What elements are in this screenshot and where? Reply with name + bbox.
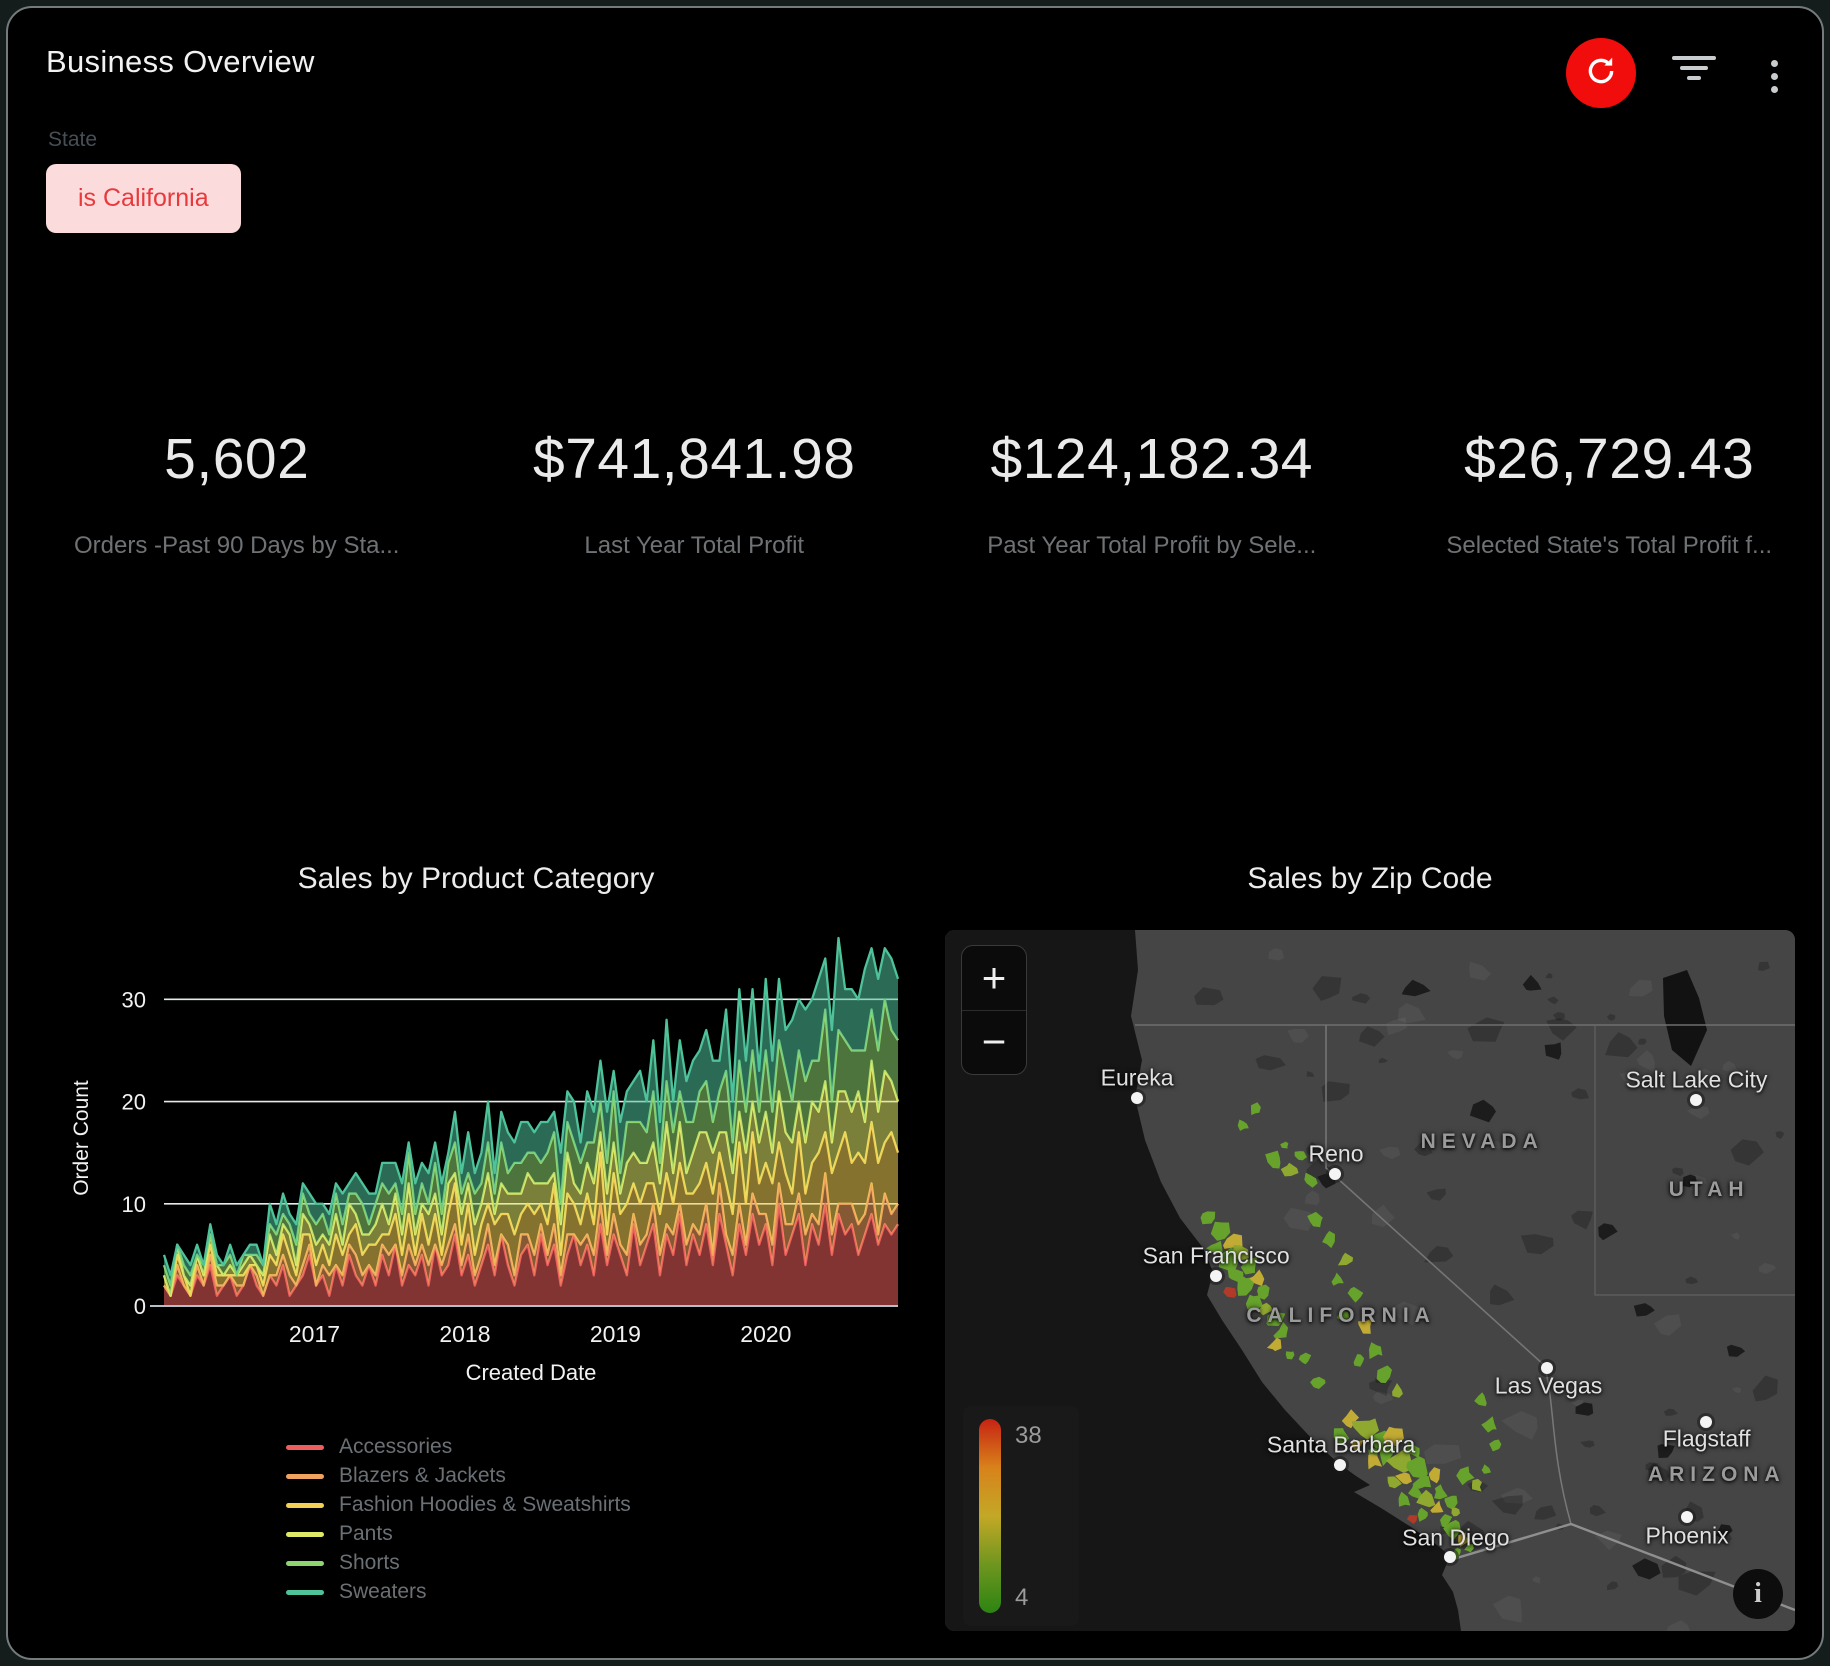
- kebab-menu-icon: [1771, 60, 1778, 67]
- legend-item-sweaters[interactable]: Sweaters: [286, 1581, 631, 1603]
- y-axis-title: Order Count: [70, 1080, 93, 1196]
- legend-item-blazers-jackets[interactable]: Blazers & Jackets: [286, 1465, 631, 1487]
- zoom-out-button[interactable]: −: [962, 1011, 1026, 1075]
- city-dot-eureka: [1131, 1092, 1143, 1104]
- y-tick-label: 30: [122, 987, 146, 1012]
- legend-swatch: [286, 1561, 324, 1566]
- scale-min-label: 4: [1015, 1584, 1028, 1612]
- kpi-value: $26,729.43: [1464, 426, 1754, 492]
- city-dot-salt-lake-city: [1690, 1094, 1702, 1106]
- x-tick-label: 2019: [590, 1321, 641, 1347]
- filter-icon: [1672, 56, 1716, 60]
- refresh-icon: [1584, 54, 1618, 93]
- scale-max-label: 38: [1015, 1422, 1042, 1450]
- legend-item-fashion-hoodies[interactable]: Fashion Hoodies & Sweatshirts: [286, 1494, 631, 1516]
- kpi-label: Past Year Total Profit by Sele...: [987, 532, 1316, 560]
- chart-legend: Accessories Blazers & Jackets Fashion Ho…: [286, 1436, 631, 1603]
- city-dot-santa-barbara: [1334, 1459, 1346, 1471]
- y-tick-label: 10: [122, 1192, 146, 1217]
- kpi-label: Orders -Past 90 Days by Sta...: [74, 532, 399, 560]
- city-dot-reno: [1329, 1168, 1341, 1180]
- sales-by-category-chart[interactable]: 0 10 20 30 Order Count 2017 2018 2019 2020 Create…: [36, 908, 916, 1413]
- legend-swatch: [286, 1532, 324, 1537]
- city-dot-san-francisco: [1210, 1270, 1222, 1282]
- map-zoom-control: + −: [961, 945, 1027, 1075]
- legend-item-shorts[interactable]: Shorts: [286, 1552, 631, 1574]
- legend-item-pants[interactable]: Pants: [286, 1523, 631, 1545]
- kebab-menu-button[interactable]: [1764, 48, 1784, 104]
- city-dot-phoenix: [1681, 1511, 1693, 1523]
- x-axis-title: Created Date: [466, 1360, 597, 1385]
- legend-swatch: [286, 1474, 324, 1479]
- kpi-label: Selected State's Total Profit f...: [1446, 532, 1772, 560]
- kpi-past-year-profit[interactable]: $124,182.34 Past Year Total Profit by Se…: [923, 426, 1381, 560]
- area-chart-title: Sales by Product Category: [36, 862, 916, 896]
- refresh-button[interactable]: [1566, 38, 1636, 108]
- dashboard-window: Business Overview State is California 5,…: [6, 6, 1824, 1660]
- sales-by-zip-map[interactable]: NEVADAUTAHCALIFORNIAARIZONAEurekaRenoSal…: [945, 930, 1795, 1631]
- kpi-row: 5,602 Orders -Past 90 Days by Sta... $74…: [8, 426, 1824, 560]
- x-tick-label: 2020: [740, 1321, 791, 1347]
- map-title: Sales by Zip Code: [945, 862, 1795, 896]
- city-dot-flagstaff: [1700, 1416, 1712, 1428]
- city-dot-san-diego: [1444, 1551, 1456, 1563]
- kpi-value: $741,841.98: [533, 426, 855, 492]
- x-tick-label: 2017: [289, 1321, 340, 1347]
- x-tick-label: 2018: [439, 1321, 490, 1347]
- color-scale-gradient: [979, 1419, 1001, 1613]
- legend-swatch: [286, 1503, 324, 1508]
- kpi-label: Last Year Total Profit: [584, 532, 804, 560]
- kpi-value: 5,602: [164, 426, 309, 492]
- zoom-in-button[interactable]: +: [962, 946, 1026, 1010]
- map-info-button[interactable]: i: [1733, 1569, 1783, 1619]
- filter-button[interactable]: [1672, 56, 1716, 92]
- map-color-scale: 38 4: [963, 1406, 1079, 1626]
- legend-swatch: [286, 1445, 324, 1450]
- kpi-last-year-profit[interactable]: $741,841.98 Last Year Total Profit: [466, 426, 924, 560]
- y-tick-label: 0: [134, 1294, 146, 1319]
- kpi-value: $124,182.34: [991, 426, 1313, 492]
- filter-label: State: [48, 128, 97, 152]
- kpi-orders[interactable]: 5,602 Orders -Past 90 Days by Sta...: [8, 426, 466, 560]
- legend-item-accessories[interactable]: Accessories: [286, 1436, 631, 1458]
- y-tick-label: 20: [122, 1090, 146, 1115]
- legend-swatch: [286, 1590, 324, 1595]
- city-dot-las-vegas: [1541, 1362, 1553, 1374]
- state-filter-chip[interactable]: is California: [46, 164, 241, 233]
- page-title: Business Overview: [46, 44, 315, 80]
- kpi-selected-state-profit[interactable]: $26,729.43 Selected State's Total Profit…: [1381, 426, 1825, 560]
